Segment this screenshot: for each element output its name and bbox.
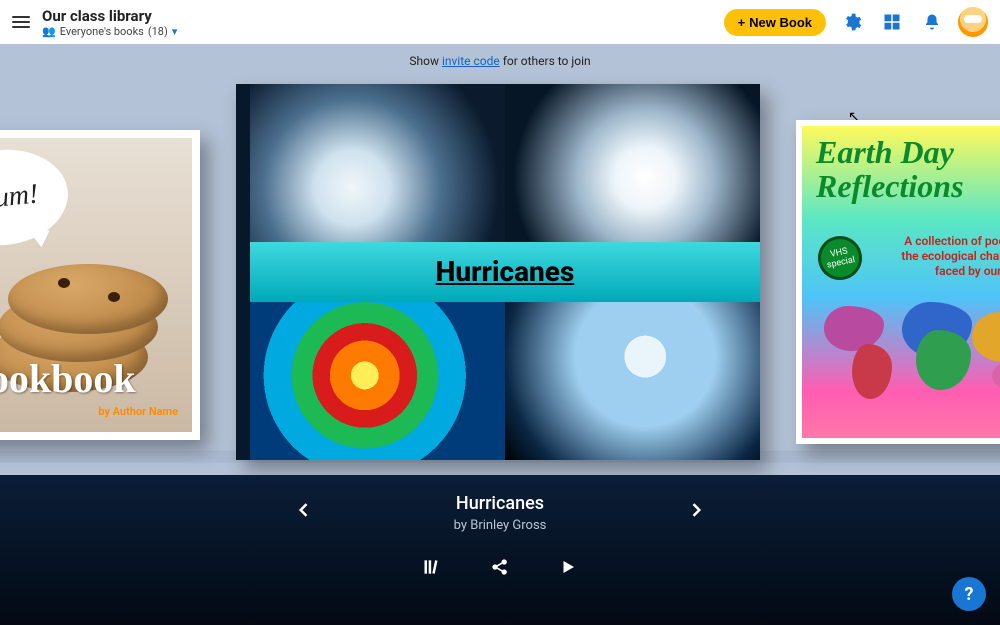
cookbook-title: Cookbook bbox=[0, 355, 136, 402]
selected-book-title: Hurricanes bbox=[454, 493, 547, 514]
cookbook-author: by Author Name bbox=[98, 405, 178, 418]
user-avatar[interactable] bbox=[958, 7, 988, 37]
help-icon: ? bbox=[965, 584, 974, 605]
next-book-button[interactable] bbox=[686, 500, 706, 526]
book-earth-day[interactable]: Earth Day Reflections VHS special A coll… bbox=[796, 120, 1000, 444]
earth-day-subtitle: A collection of poems on the ecological … bbox=[888, 234, 1000, 279]
book-hurricanes[interactable]: Hurricanes bbox=[236, 84, 760, 460]
plus-icon: + bbox=[738, 15, 746, 30]
menu-icon[interactable] bbox=[12, 16, 30, 28]
bottom-bar: Hurricanes by Brinley Gross bbox=[0, 475, 1000, 625]
gear-icon bbox=[842, 12, 862, 32]
book-cookbook[interactable]: m um! Cookbook by Author Name bbox=[0, 130, 200, 440]
chevron-left-icon bbox=[294, 500, 314, 520]
play-icon bbox=[559, 558, 577, 576]
selected-book-meta: Hurricanes by Brinley Gross bbox=[454, 493, 547, 533]
share-icon bbox=[490, 557, 510, 577]
previous-book-button[interactable] bbox=[294, 500, 314, 526]
subtitle-prefix: Everyone's books bbox=[60, 25, 144, 38]
app-header: Our class library 👥 Everyone's books (18… bbox=[0, 0, 1000, 44]
library-title-block: Our class library 👥 Everyone's books (18… bbox=[42, 7, 177, 38]
grid-icon bbox=[883, 13, 901, 31]
new-book-button[interactable]: + New Book bbox=[724, 9, 826, 36]
chevron-down-icon: ▾ bbox=[172, 25, 178, 38]
invite-bar: Show invite code for others to join bbox=[0, 44, 1000, 68]
notifications-button[interactable] bbox=[918, 8, 946, 36]
library-title: Our class library bbox=[42, 7, 177, 25]
hurricane-title-band: Hurricanes bbox=[250, 242, 760, 302]
invite-show-text: Show bbox=[409, 54, 442, 68]
book-shelf: m um! Cookbook by Author Name Hurricanes bbox=[0, 78, 1000, 468]
hurricane-title: Hurricanes bbox=[436, 255, 575, 288]
invite-suffix: for others to join bbox=[500, 54, 591, 68]
vhs-badge: VHS special bbox=[814, 232, 866, 284]
library-icon bbox=[422, 557, 442, 577]
book-count: (18) bbox=[148, 25, 168, 38]
world-map-art bbox=[816, 296, 1000, 406]
help-button[interactable]: ? bbox=[952, 577, 986, 611]
shelf-area: Show invite code for others to join ↖ m … bbox=[0, 44, 1000, 625]
new-book-label: New Book bbox=[749, 15, 812, 30]
chevron-right-icon bbox=[686, 500, 706, 520]
library-subtitle[interactable]: 👥 Everyone's books (18) ▾ bbox=[42, 25, 177, 38]
share-button[interactable] bbox=[486, 553, 514, 581]
group-icon: 👥 bbox=[42, 25, 56, 38]
library-action-button[interactable] bbox=[418, 553, 446, 581]
selected-book-author: by Brinley Gross bbox=[454, 518, 547, 533]
settings-button[interactable] bbox=[838, 8, 866, 36]
play-button[interactable] bbox=[554, 553, 582, 581]
grid-view-button[interactable] bbox=[878, 8, 906, 36]
bell-icon bbox=[923, 13, 941, 31]
earth-day-title: Earth Day Reflections bbox=[816, 136, 1000, 203]
invite-code-link[interactable]: invite code bbox=[442, 54, 500, 68]
